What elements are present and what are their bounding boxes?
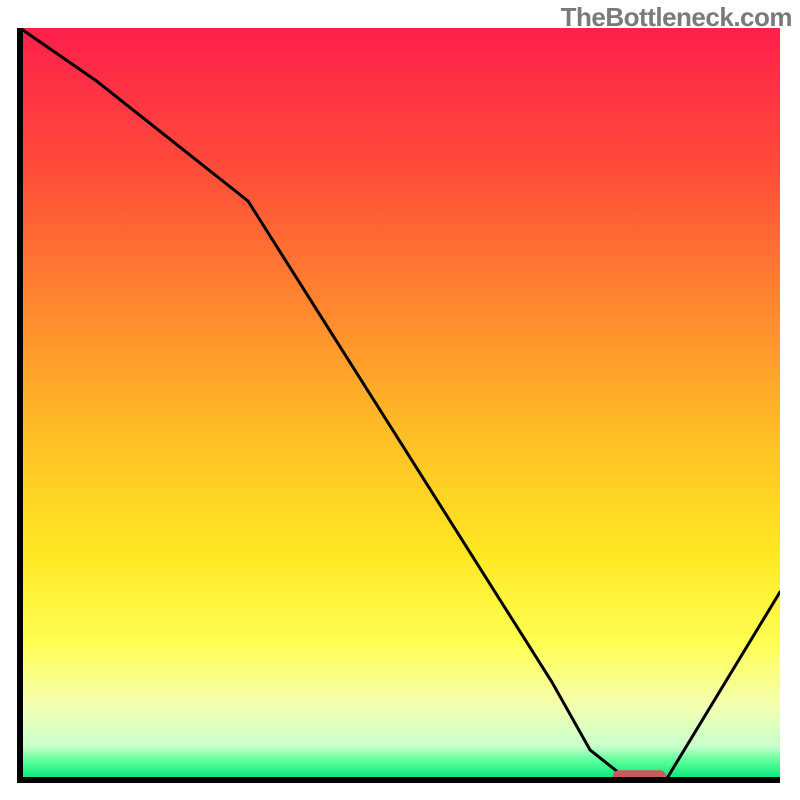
branding-text: TheBottleneck.com [561, 2, 792, 33]
chart-canvas: TheBottleneck.com [0, 0, 800, 800]
chart-svg [0, 0, 800, 800]
plot-background [20, 28, 780, 780]
